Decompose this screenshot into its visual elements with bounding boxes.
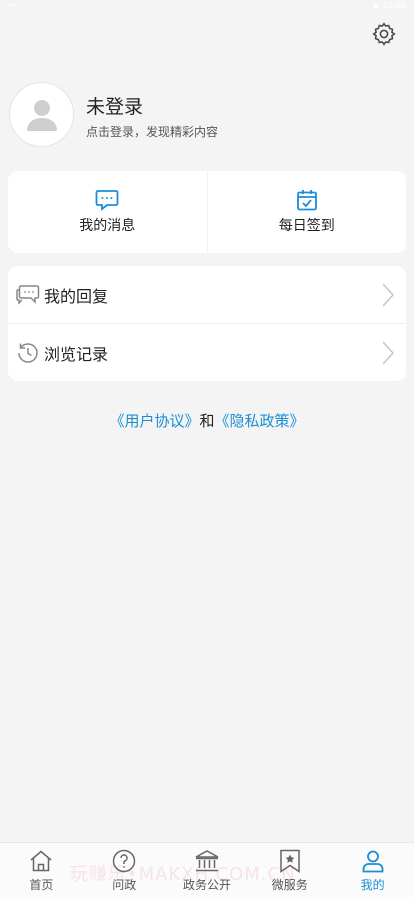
history-icon	[18, 342, 38, 363]
tab-mine[interactable]: 我的	[331, 843, 414, 897]
legal-links: 《用户协议》和《隐私政策》	[0, 410, 414, 431]
bottom-tab-bar: 首页 问政 政务公开 微服务 我的	[0, 842, 414, 897]
my-messages-label: 我的消息	[79, 218, 136, 234]
quick-actions-card: 我的消息 每日签到	[8, 171, 406, 253]
user-agreement-link[interactable]: 《用户协议》	[109, 412, 199, 430]
status-bar: ← ◆ 13:08	[0, 0, 414, 14]
reply-chat-icon	[16, 284, 40, 305]
gear-icon	[372, 22, 396, 46]
tab-label: 我的	[360, 878, 385, 892]
question-icon	[112, 849, 136, 873]
avatar[interactable]	[9, 82, 74, 147]
calendar-check-icon	[296, 190, 317, 211]
login-status[interactable]: 未登录	[86, 92, 143, 119]
privacy-policy-link[interactable]: 《隐私政策》	[215, 412, 305, 430]
wifi-icon: ◆	[372, 1, 379, 10]
menu-item-my-replies[interactable]: 我的回复	[8, 266, 406, 323]
back-arrow-icon[interactable]: ←	[8, 1, 16, 11]
home-icon	[30, 850, 52, 872]
legal-and-text: 和	[199, 412, 215, 430]
tab-label: 微服务	[271, 878, 308, 892]
message-icon	[95, 190, 119, 211]
menu-item-label: 我的回复	[44, 286, 109, 306]
settings-button[interactable]	[371, 21, 397, 47]
tab-micro-services[interactable]: 微服务	[248, 843, 331, 897]
tab-label: 首页	[29, 878, 54, 892]
menu-item-browse-history[interactable]: 浏览记录	[8, 323, 406, 381]
chevron-right-icon	[382, 283, 394, 307]
bookmark-star-icon	[280, 849, 300, 873]
menu-card: 我的回复 浏览记录	[8, 266, 406, 381]
tab-inquiry[interactable]: 问政	[83, 843, 166, 897]
bank-icon	[195, 850, 219, 872]
tab-label: 问政	[112, 878, 137, 892]
user-placeholder-icon	[26, 99, 57, 131]
my-messages-button[interactable]: 我的消息	[8, 171, 207, 253]
daily-checkin-label: 每日签到	[278, 218, 335, 234]
chevron-right-icon	[382, 341, 394, 365]
menu-item-label: 浏览记录	[44, 344, 109, 364]
profile-header[interactable]: 未登录 点击登录，发现精彩内容	[9, 82, 389, 148]
tab-government-affairs[interactable]: 政务公开	[166, 843, 249, 897]
login-tip: 点击登录，发现精彩内容	[86, 125, 219, 139]
status-time: 13:08	[382, 1, 406, 10]
daily-checkin-button[interactable]: 每日签到	[206, 171, 407, 253]
tab-label: 政务公开	[182, 878, 231, 892]
tab-home[interactable]: 首页	[0, 843, 83, 897]
user-icon	[362, 850, 383, 873]
